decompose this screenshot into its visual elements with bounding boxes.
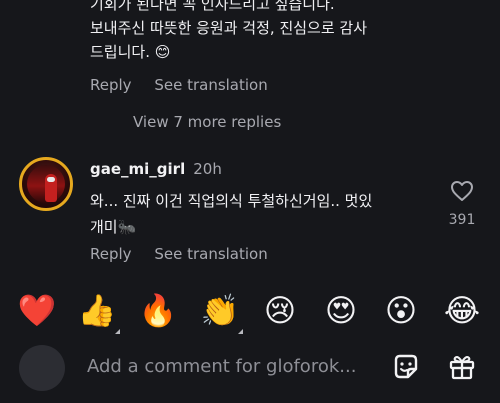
commenter-avatar[interactable]	[19, 157, 73, 211]
sticker-icon	[394, 354, 418, 379]
skin-tone-indicator-icon	[115, 329, 120, 334]
see-translation-button[interactable]: See translation	[154, 76, 267, 94]
reply-button[interactable]: Reply	[90, 245, 132, 263]
reaction-surprised[interactable]: 😮	[380, 290, 422, 332]
previous-comment-line: 기회가 된다면 꼭 인사드리고 싶습니다.	[90, 0, 335, 13]
like-control: 391	[445, 180, 479, 228]
reaction-heart[interactable]: ❤️	[16, 290, 58, 332]
reply-button[interactable]: Reply	[90, 76, 132, 94]
see-translation-button[interactable]: See translation	[154, 245, 267, 263]
view-more-replies-button[interactable]: View 7 more replies	[133, 113, 281, 131]
comment-line: 개미🐜	[90, 218, 137, 236]
reaction-crying[interactable]: 😢	[259, 290, 301, 332]
current-user-avatar	[19, 345, 65, 391]
gift-button[interactable]	[447, 352, 477, 382]
reaction-laughing[interactable]: 😂	[441, 290, 483, 332]
previous-comment-line: 보내주신 따뜻한 응원과 걱정, 진심으로 감사	[90, 19, 368, 37]
comment-input[interactable]: Add a comment for gloforok...	[87, 356, 377, 377]
comment-timestamp: 20h	[193, 160, 222, 178]
reaction-fire[interactable]: 🔥	[137, 290, 179, 332]
avatar-figure	[45, 174, 57, 202]
clap-emoji: 👏	[200, 293, 240, 329]
like-count: 391	[448, 212, 476, 228]
reaction-clap[interactable]: 👏	[199, 290, 243, 334]
reaction-thumbs-up[interactable]: 👍	[76, 290, 120, 334]
previous-comment-actions: Reply See translation	[90, 76, 286, 94]
comment-text: 와... 진짜 이건 직업의식 투철하신거임.. 멋있 개미🐜	[90, 188, 420, 240]
avatar-image	[27, 165, 65, 203]
heart-icon[interactable]	[450, 180, 474, 202]
comment-actions: Reply See translation	[90, 245, 286, 263]
thumbs-up-emoji: 👍	[77, 293, 117, 329]
comment-line: 와... 진짜 이건 직업의식 투철하신거임.. 멋있	[90, 192, 373, 210]
previous-comment-text: 기회가 된다면 꼭 인사드리고 싶습니다. 보내주신 따뜻한 응원과 걱정, 진…	[90, 0, 430, 64]
username-link[interactable]: gae_mi_girl	[90, 160, 185, 178]
gift-icon	[449, 356, 475, 380]
previous-comment-line: 드립니다. 😊	[90, 43, 171, 61]
reaction-bar: ❤️ 👍 🔥 👏 😢 😍 😮 😂	[0, 290, 500, 334]
sticker-button[interactable]	[391, 352, 421, 382]
skin-tone-indicator-icon	[238, 329, 243, 334]
comment-header: gae_mi_girl 20h	[90, 160, 222, 178]
reaction-heart-eyes[interactable]: 😍	[320, 290, 362, 332]
